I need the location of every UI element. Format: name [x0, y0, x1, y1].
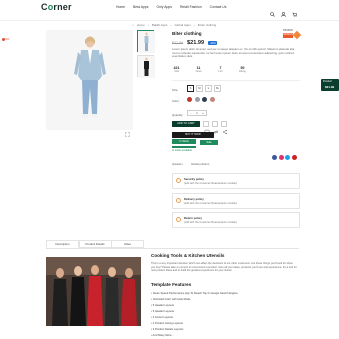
breadcrumb-item[interactable]: Home [137, 23, 145, 27]
return-policy: Return policy (edit with the Customer Re… [172, 212, 300, 228]
color-swatch[interactable] [194, 97, 200, 102]
old-price: $31.99 [172, 41, 183, 45]
price-row: $31.99 $21.99 -30% [172, 40, 218, 46]
product-stats: 421 Sold 11 Views 7 Left 50 Rating [172, 66, 247, 73]
cart-actions: ADD TO CART [172, 121, 227, 135]
template-features-title: Template Features [151, 282, 192, 287]
search-icon[interactable] [270, 4, 275, 17]
product-thumbnail-1[interactable] [137, 30, 155, 53]
quantity-stepper: - 1 + [187, 110, 207, 116]
quantity-increase[interactable]: + [200, 111, 206, 115]
stock-progress-fill [172, 146, 196, 148]
main-nav: Home Beta Apps Only Apps Retail Fashion … [116, 5, 226, 9]
breadcrumb: ⌂ Home › Baklib Apps › Global Apps › Ibtian… [132, 23, 217, 27]
color-swatch[interactable] [187, 97, 192, 102]
sale-button[interactable]: Sale [200, 140, 218, 145]
size-option[interactable]: XL [214, 85, 221, 92]
share-icon[interactable] [221, 121, 227, 135]
size-option[interactable]: M [196, 85, 203, 92]
product-title: Biter clothing [172, 31, 202, 36]
header-divider [0, 20, 339, 21]
delivery-policy: Delivery policy (edit with the Customer … [172, 193, 300, 209]
color-swatch[interactable] [209, 97, 215, 102]
feature-list: Clean Speed Performance App To Reach Top… [151, 291, 239, 339]
color-label: Color: [172, 99, 180, 103]
stock-text: In stock available [172, 149, 192, 152]
truck-icon [176, 198, 181, 203]
user-icon[interactable] [281, 4, 286, 17]
quantity-label: Quantity: [172, 113, 184, 117]
sticky-product-widget[interactable]: Product $21.99 [321, 79, 339, 91]
wishlist-icon[interactable] [203, 121, 210, 135]
color-swatch[interactable] [202, 97, 207, 102]
brand-mark-icon [292, 30, 302, 40]
compare-icon[interactable] [212, 121, 219, 134]
zoom-icon[interactable] [125, 124, 130, 137]
site-header: Corner Home Beta Apps Only Apps Retail F… [0, 0, 339, 18]
instagram-icon[interactable] [278, 155, 284, 160]
nav-item-only-apps[interactable]: Only Apps [157, 5, 172, 9]
breadcrumb-item[interactable]: Global Apps [175, 23, 191, 27]
return-icon [176, 217, 181, 222]
product-main-image[interactable] [46, 30, 133, 130]
add-to-cart-button[interactable]: ADD TO CART [172, 121, 200, 127]
social-share [272, 155, 297, 160]
color-selector [187, 97, 215, 102]
current-price: $21.99 [187, 40, 205, 46]
home-icon[interactable]: ⌂ [132, 23, 134, 27]
stat-item: 7 Left [218, 66, 223, 73]
discount-badge: -30% [208, 40, 218, 46]
product-links: Question Delivery Return [172, 163, 209, 166]
section-title: Cooking Tools & Kitchen Utensils [151, 253, 225, 258]
nav-item-retail-fashion[interactable]: Retail Fashion [180, 5, 202, 9]
stat-item: 50 Rating [239, 66, 246, 73]
breadcrumb-item[interactable]: Baklib Apps [152, 23, 168, 27]
twitter-icon[interactable] [285, 155, 290, 160]
stat-item: 11 Views [195, 66, 202, 73]
nav-item-home[interactable]: Home [116, 5, 125, 9]
size-option[interactable]: L [205, 85, 212, 92]
size-label: Size: [172, 88, 179, 92]
site-logo[interactable]: Corner [41, 2, 72, 12]
tabs-divider [46, 247, 299, 248]
nav-item-contact[interactable]: Contact Us [210, 5, 227, 9]
cart-icon[interactable] [292, 4, 298, 17]
header-icons [270, 4, 298, 17]
discount-float[interactable]: 3% [2, 37, 12, 43]
section-description: This is a very important decision which … [151, 262, 297, 273]
size-option[interactable]: S [187, 85, 194, 92]
stock-progress [172, 146, 196, 148]
in-stock-button[interactable]: In Stock [172, 139, 196, 144]
product-thumbnail-2[interactable] [137, 55, 155, 78]
buy-now-button[interactable]: BUY IT NOW [172, 132, 214, 138]
security-policy: Security policy (edit with the Customer … [172, 173, 300, 189]
pinterest-icon[interactable] [291, 155, 297, 160]
nav-item-beta-apps[interactable]: Beta Apps [133, 5, 148, 9]
stat-item: 421 Sold [173, 66, 180, 73]
product-description: Lorem ipsum dolor sit amet, sed per ut s… [172, 47, 295, 59]
brand-logo: STUDIO DESIGN [283, 29, 302, 41]
list-item: And Many More... [151, 333, 238, 339]
question-link[interactable]: Question [172, 163, 182, 166]
shield-icon [176, 178, 181, 183]
facebook-icon[interactable] [272, 155, 277, 160]
size-selector: S M L XL [187, 85, 221, 92]
divider [172, 80, 300, 81]
breadcrumb-current: Ibtian clothing [197, 23, 217, 27]
description-image [46, 257, 141, 326]
delivery-return-link[interactable]: Delivery Return [191, 163, 209, 166]
